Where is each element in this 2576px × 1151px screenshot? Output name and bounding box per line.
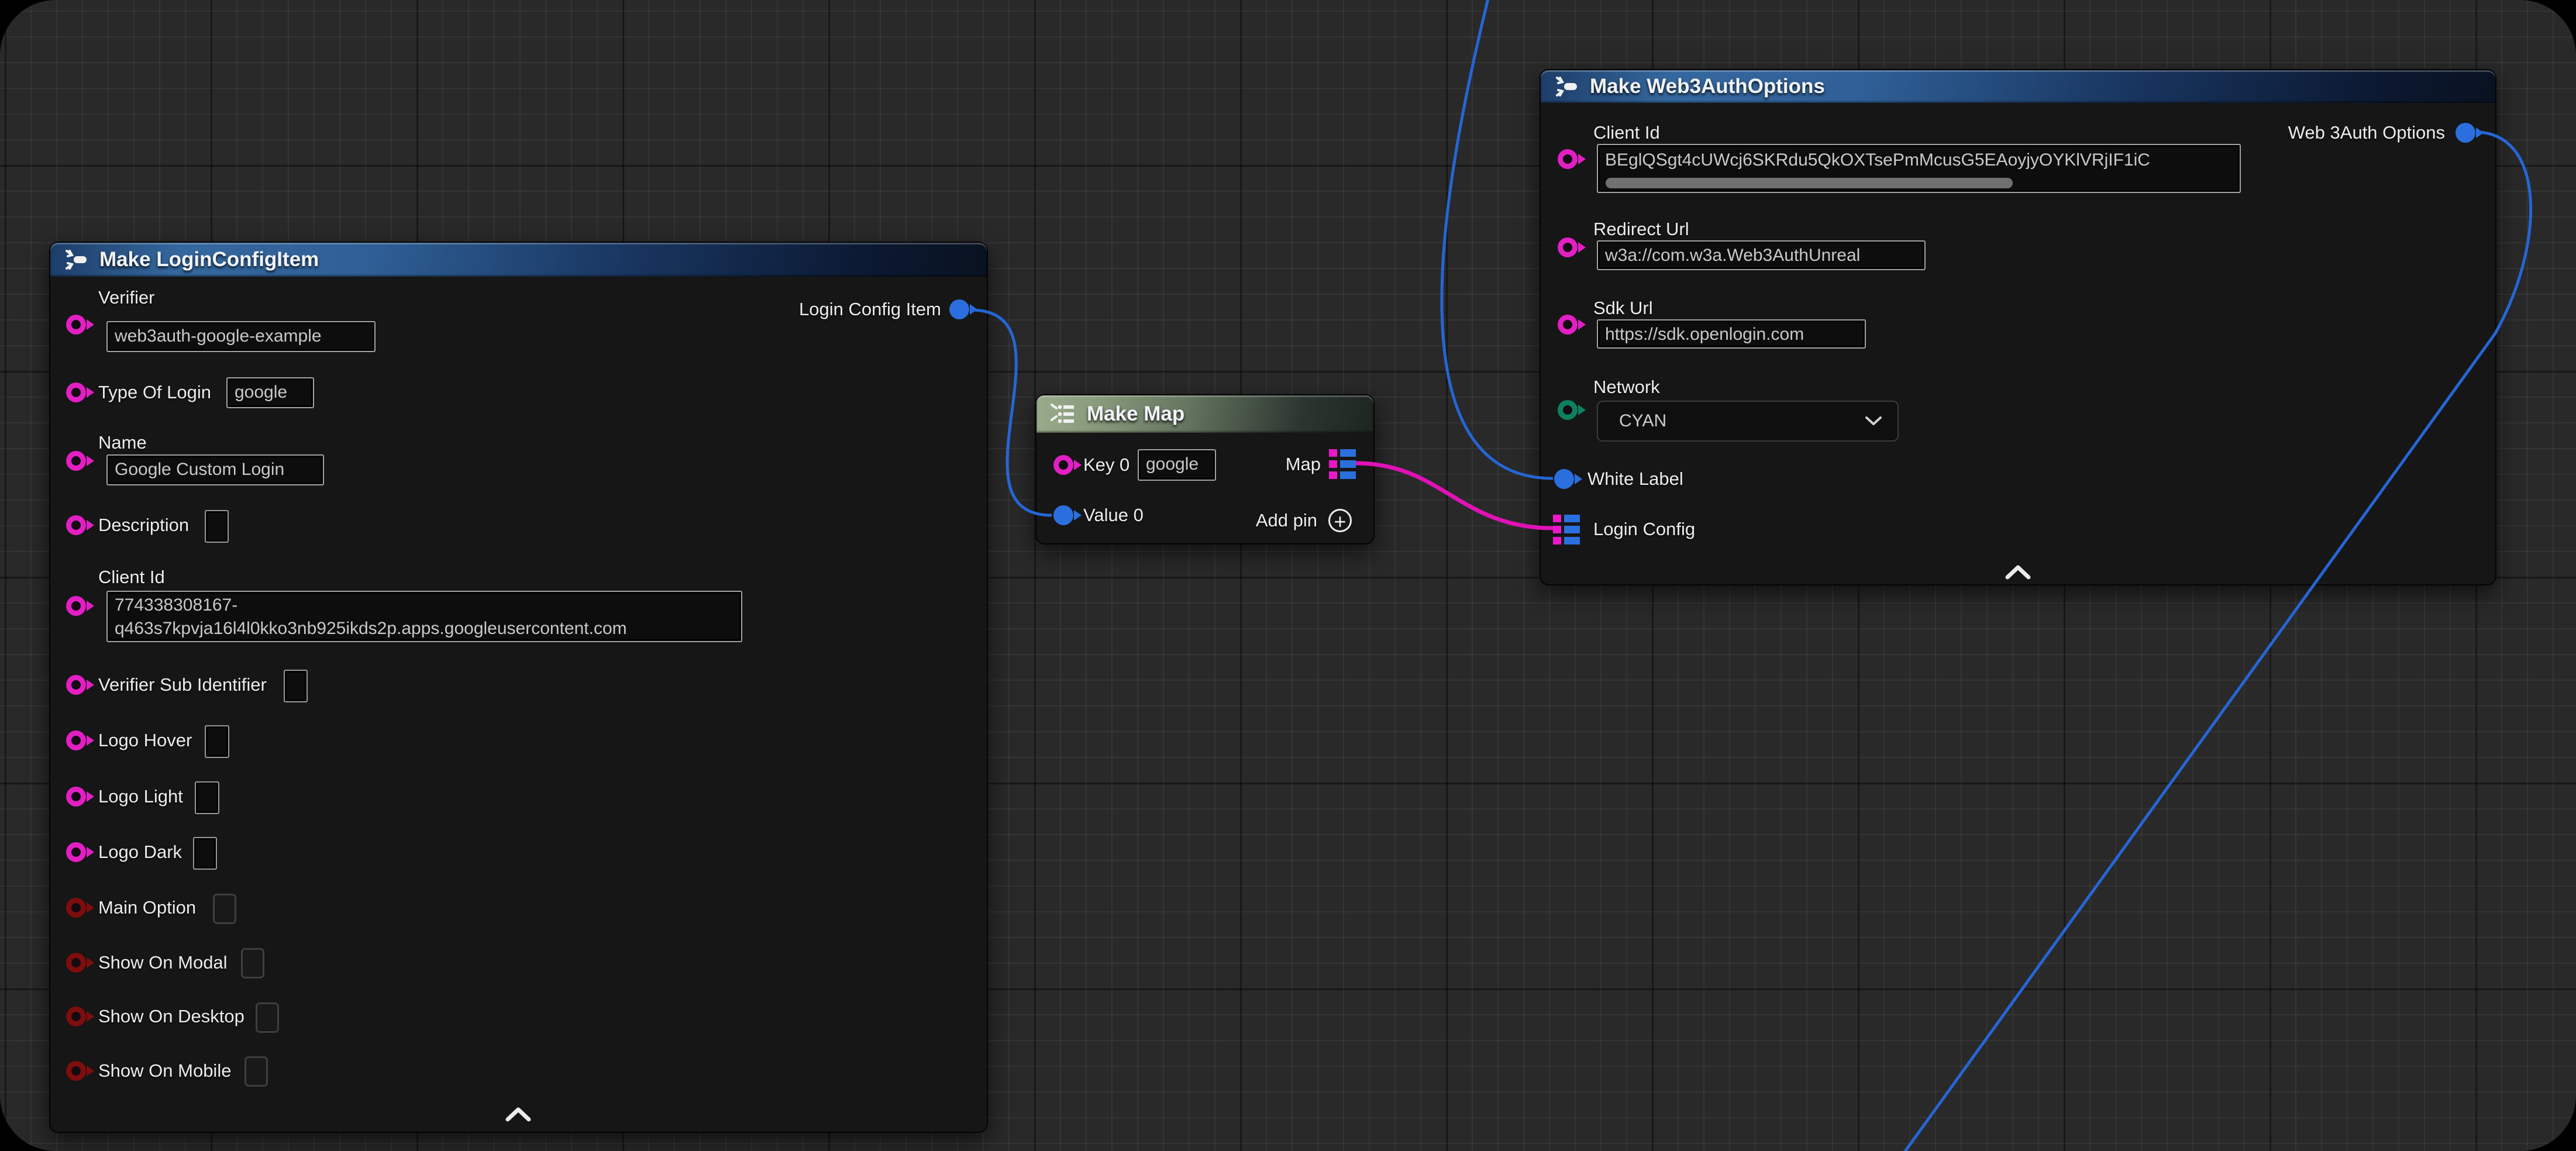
verifier-sub-identifier-input[interactable] — [284, 670, 308, 702]
pin-label-network: Network — [1593, 376, 1660, 398]
show-on-modal-checkbox[interactable] — [241, 948, 264, 978]
make-map-icon — [1048, 400, 1076, 428]
chevron-down-icon — [1865, 416, 1882, 426]
node-title: Make LoginConfigItem — [99, 248, 319, 271]
output-pin-label: Login Config Item — [799, 298, 941, 321]
bool-pin-main-option[interactable] — [66, 898, 86, 918]
blueprint-viewport: Make LoginConfigItem Verifier web3auth-g… — [0, 0, 2576, 1151]
description-input[interactable] — [205, 510, 229, 543]
string-pin-key0[interactable] — [1053, 455, 1073, 475]
output-pin-web3auth-options[interactable] — [2456, 123, 2475, 143]
pin-label-show-on-desktop: Show On Desktop — [98, 1005, 244, 1028]
bool-pin-show-on-desktop[interactable] — [66, 1007, 86, 1026]
node-title: Make Map — [1087, 402, 1184, 426]
string-pin-name[interactable] — [66, 451, 86, 471]
pin-label-logo-hover: Logo Hover — [98, 729, 192, 752]
pin-label-redirect-url: Redirect Url — [1593, 218, 1689, 240]
object-pin-value0[interactable] — [1053, 505, 1073, 525]
pin-label-value0: Value 0 — [1083, 504, 1144, 526]
pin-label-key0: Key 0 — [1083, 454, 1129, 476]
string-pin-type-of-login[interactable] — [66, 382, 86, 402]
pin-label-type-of-login: Type Of Login — [98, 381, 211, 404]
string-pin-client-id[interactable] — [66, 596, 86, 616]
type-of-login-input[interactable]: google — [226, 377, 314, 408]
enum-pin-network[interactable] — [1558, 400, 1578, 420]
node-make-loginconfigitem[interactable]: Make LoginConfigItem Verifier web3auth-g… — [49, 242, 988, 1133]
node-make-web3authoptions[interactable]: Make Web3AuthOptions Client Id Web 3Auth… — [1540, 69, 2496, 585]
collapse-chevron-icon[interactable] — [2005, 564, 2031, 580]
show-on-desktop-checkbox[interactable] — [256, 1002, 279, 1033]
pin-label-client-id: Client Id — [98, 566, 165, 588]
pin-label-login-config: Login Config — [1593, 518, 1695, 540]
pin-label-white-label: White Label — [1587, 468, 1683, 490]
pin-label-name: Name — [98, 432, 147, 454]
pin-label-description: Description — [98, 514, 189, 536]
client-id-scrollbar[interactable] — [1606, 178, 2013, 188]
string-pin-verifier[interactable] — [66, 315, 86, 335]
node-header[interactable]: Make LoginConfigItem — [50, 243, 987, 277]
pin-label-main-option: Main Option — [98, 897, 196, 919]
map-output-pin[interactable] — [1329, 449, 1358, 479]
string-pin-logo-hover[interactable] — [66, 730, 86, 750]
object-pin-white-label[interactable] — [1554, 469, 1574, 489]
key0-input[interactable]: google — [1138, 449, 1216, 481]
bool-pin-show-on-mobile[interactable] — [66, 1061, 86, 1081]
sdk-url-input[interactable]: https://sdk.openlogin.com — [1597, 319, 1866, 349]
logo-dark-input[interactable] — [193, 837, 217, 870]
client-id-input[interactable]: 774338308167- q463s7kpvja16l4l0kko3nb925… — [106, 591, 742, 642]
make-struct-icon — [62, 246, 89, 273]
bool-pin-show-on-modal[interactable] — [66, 953, 86, 973]
pin-label-logo-dark: Logo Dark — [98, 841, 182, 863]
string-pin-logo-light[interactable] — [66, 787, 86, 807]
pin-label-map-out: Map — [1286, 453, 1321, 475]
string-pin-client-id[interactable] — [1558, 149, 1578, 169]
pin-label-verifier: Verifier — [98, 287, 154, 309]
collapse-chevron-icon[interactable] — [505, 1107, 531, 1122]
logo-light-input[interactable] — [195, 781, 219, 814]
string-pin-redirect-url[interactable] — [1558, 237, 1578, 257]
pin-label-show-on-modal: Show On Modal — [98, 952, 228, 974]
make-struct-icon — [1552, 73, 1579, 100]
pin-label-sdk-url: Sdk Url — [1593, 297, 1653, 319]
add-pin-button[interactable] — [1328, 509, 1352, 532]
pin-label-client-id: Client Id — [1593, 122, 1660, 144]
node-header[interactable]: Make Map — [1036, 395, 1373, 433]
string-pin-logo-dark[interactable] — [66, 842, 86, 862]
map-pin-login-config[interactable] — [1553, 515, 1582, 545]
output-pin-login-config-item[interactable] — [949, 299, 969, 319]
logo-hover-input[interactable] — [205, 725, 229, 758]
network-dropdown[interactable]: CYAN — [1597, 401, 1899, 442]
string-pin-description[interactable] — [66, 515, 86, 535]
add-pin-label[interactable]: Add pin — [1256, 509, 1317, 532]
node-make-map[interactable]: Make Map Key 0 google Map Value 0 Add pi… — [1035, 394, 1375, 545]
pin-label-verifier-sub-identifier: Verifier Sub Identifier — [98, 674, 267, 696]
name-input[interactable]: Google Custom Login — [106, 454, 324, 485]
pin-label-show-on-mobile: Show On Mobile — [98, 1060, 231, 1082]
main-option-checkbox[interactable] — [213, 894, 236, 924]
string-pin-sdk-url[interactable] — [1558, 315, 1578, 335]
verifier-input[interactable]: web3auth-google-example — [106, 321, 376, 352]
network-selected-value: CYAN — [1619, 411, 1666, 431]
output-pin-label: Web 3Auth Options — [2288, 122, 2445, 144]
node-title: Make Web3AuthOptions — [1590, 75, 1825, 98]
redirect-url-input[interactable]: w3a://com.w3a.Web3AuthUnreal — [1597, 240, 1926, 270]
node-header[interactable]: Make Web3AuthOptions — [1541, 70, 2495, 103]
pin-label-logo-light: Logo Light — [98, 785, 183, 808]
string-pin-verifier-sub-identifier[interactable] — [66, 675, 86, 695]
show-on-mobile-checkbox[interactable] — [244, 1056, 268, 1087]
